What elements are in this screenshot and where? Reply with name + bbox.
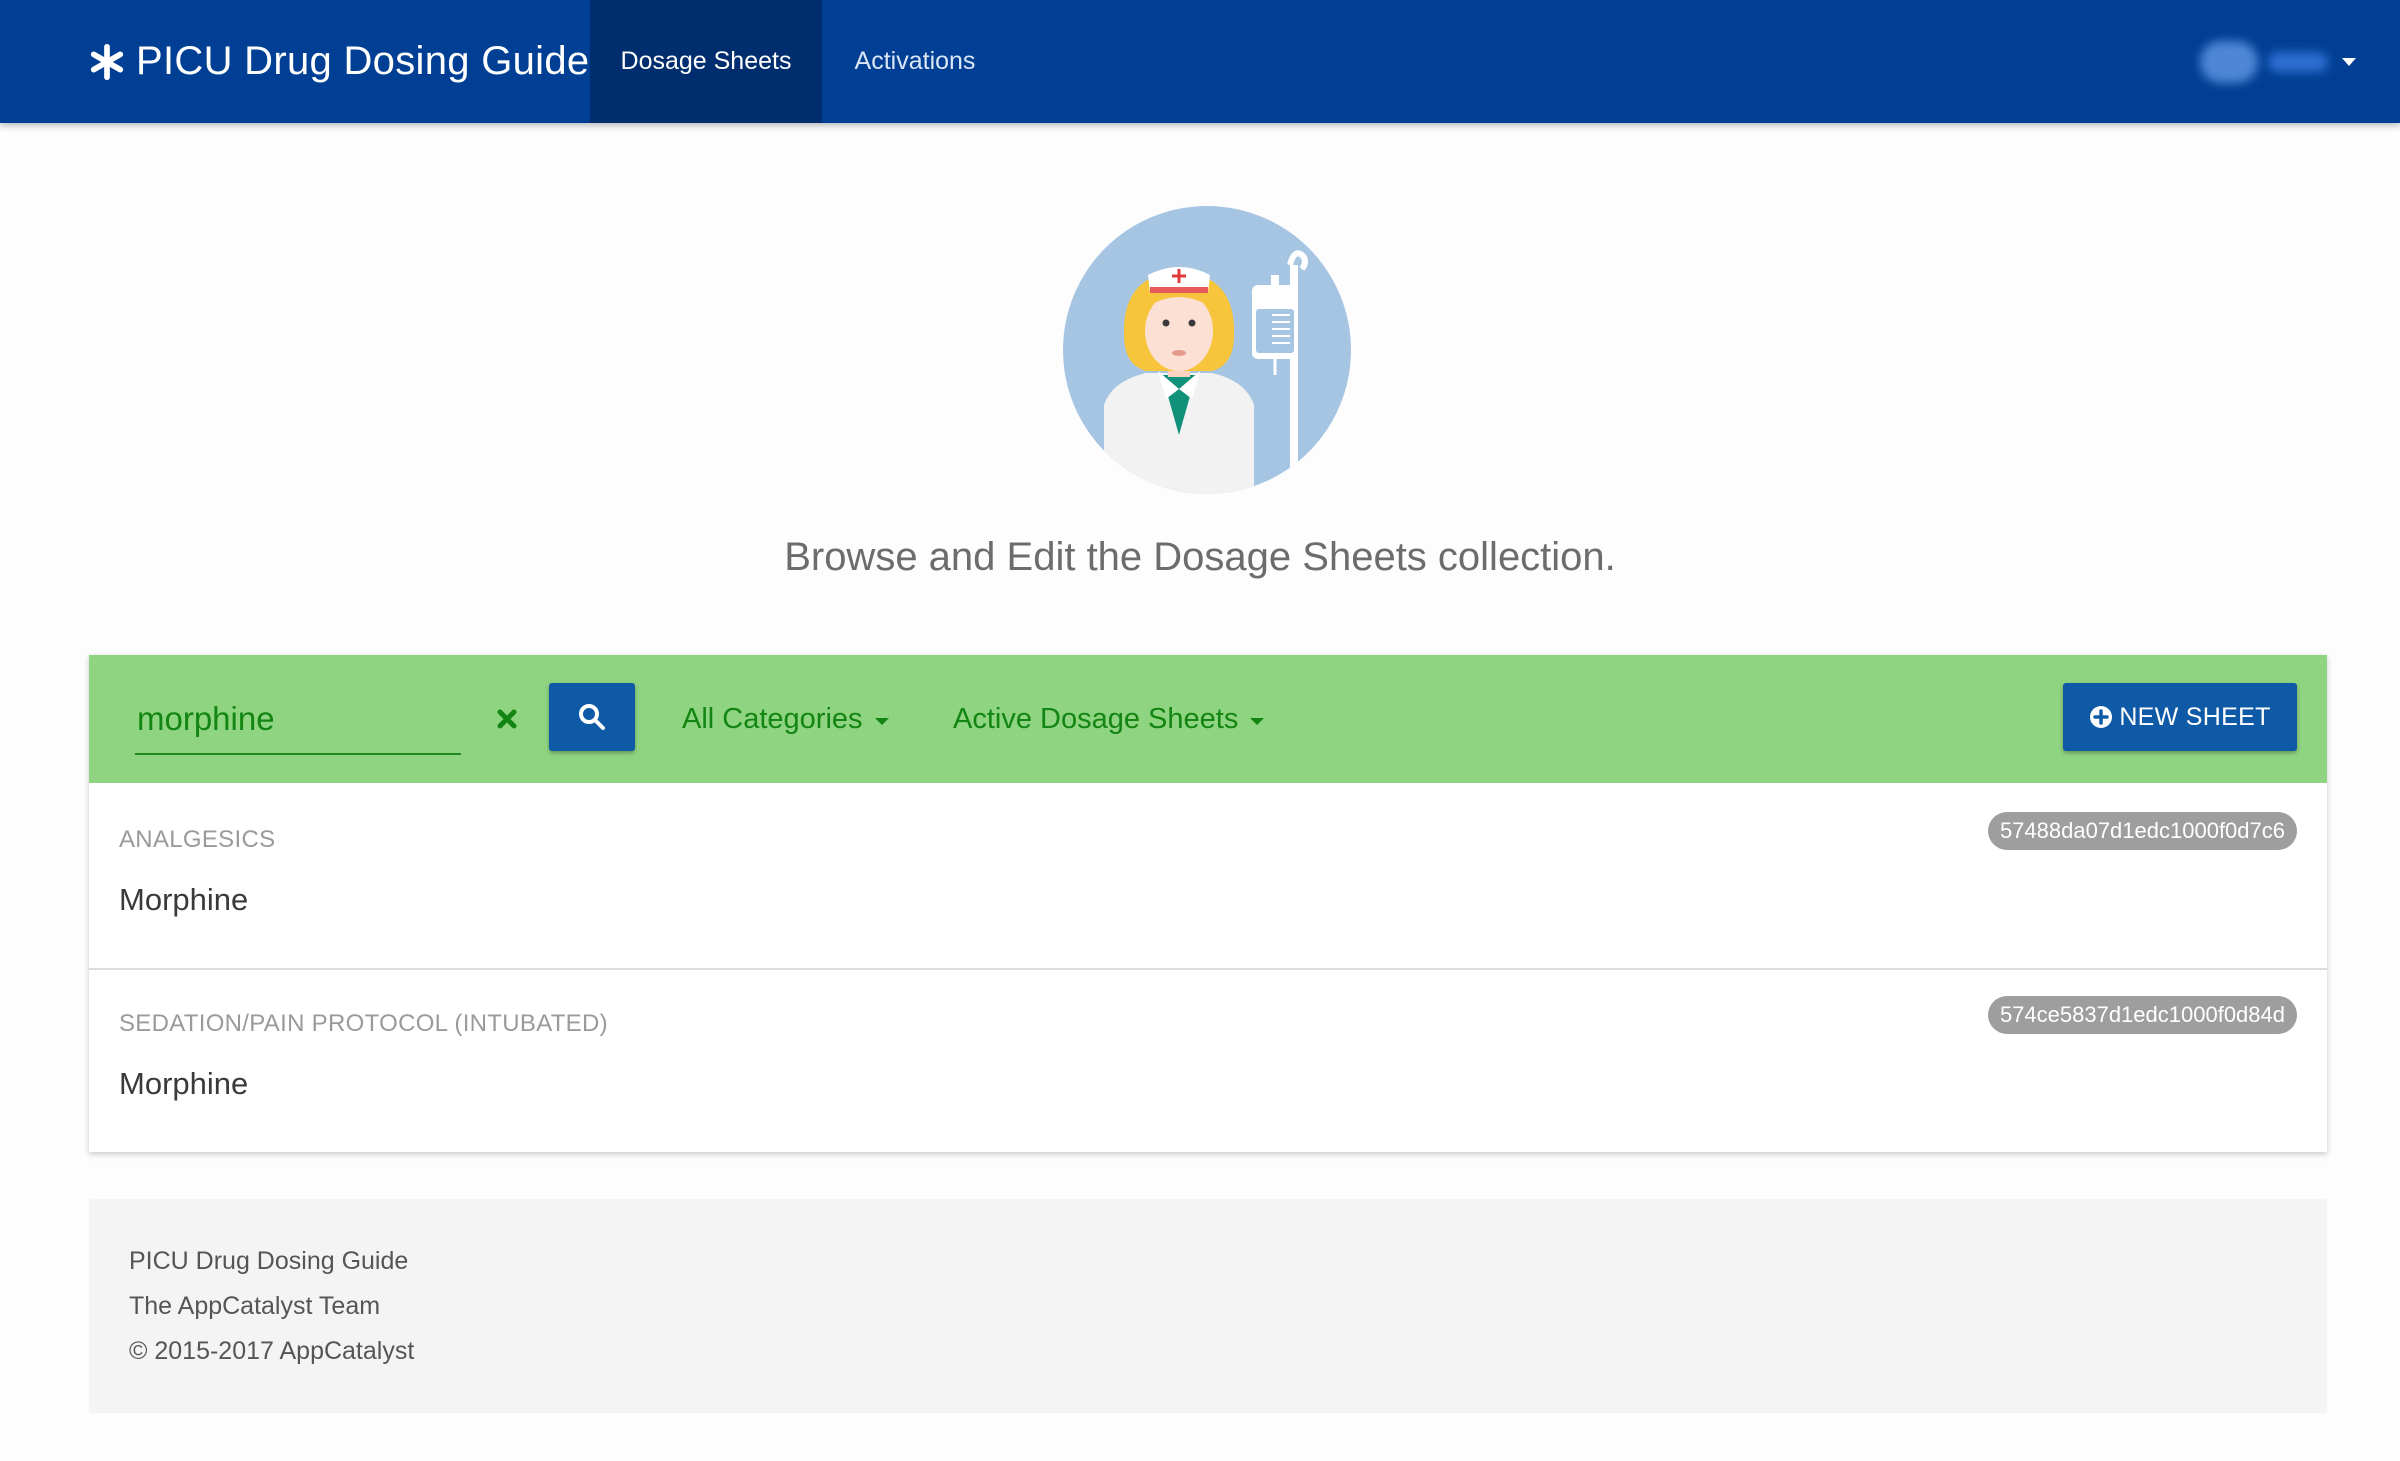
plus-circle-icon (2090, 706, 2113, 728)
search-icon (579, 704, 605, 730)
dosage-sheets-panel: All Categories Active Dosage Sheets NEW … (89, 655, 2327, 1152)
username (2268, 51, 2328, 72)
status-filter-label: Active Dosage Sheets (953, 702, 1239, 735)
tab-label: Activations (854, 47, 976, 75)
category-filter-label: All Categories (682, 702, 863, 735)
drug-name: Morphine (119, 1066, 249, 1101)
tab-label: Dosage Sheets (620, 47, 792, 75)
footer: PICU Drug Dosing Guide The AppCatalyst T… (89, 1199, 2327, 1413)
new-sheet-label: NEW SHEET (2119, 702, 2271, 731)
brand-link[interactable]: PICU Drug Dosing Guide (88, 0, 589, 123)
search-button[interactable] (549, 683, 635, 751)
tab-activations[interactable]: Activations (822, 0, 1008, 123)
search-toolbar: All Categories Active Dosage Sheets NEW … (89, 655, 2327, 783)
top-navbar: PICU Drug Dosing Guide Dosage Sheets Act… (0, 0, 2400, 123)
list-item[interactable]: SEDATION/PAIN PROTOCOL (INTUBATED) Morph… (89, 968, 2327, 1152)
nurse-illustration (1063, 206, 1351, 494)
footer-team: The AppCatalyst Team (129, 1292, 381, 1320)
sheet-id-badge: 574ce5837d1edc1000f0d84d (1987, 996, 2297, 1034)
footer-copyright: © 2015-2017 AppCatalyst (129, 1337, 415, 1365)
brand-title: PICU Drug Dosing Guide (136, 39, 590, 83)
sheet-id-badge: 57488da07d1edc1000f0d7c6 (1987, 812, 2297, 850)
hero-text: Browse and Edit the Dosage Sheets collec… (784, 535, 1616, 579)
search-input[interactable] (135, 699, 459, 739)
category-label: ANALGESICS (119, 826, 276, 853)
category-label: SEDATION/PAIN PROTOCOL (INTUBATED) (119, 1010, 608, 1037)
search-field[interactable] (135, 693, 461, 755)
status-filter-dropdown[interactable]: Active Dosage Sheets (953, 689, 1265, 749)
chevron-down-icon (2342, 57, 2356, 66)
user-menu[interactable] (2200, 0, 2356, 123)
footer-app-name: PICU Drug Dosing Guide (129, 1247, 409, 1275)
category-filter-dropdown[interactable]: All Categories (682, 689, 889, 749)
close-icon[interactable] (493, 705, 521, 733)
chevron-down-icon (1250, 717, 1265, 725)
new-sheet-button[interactable]: NEW SHEET (2063, 683, 2297, 751)
drug-name: Morphine (119, 882, 249, 917)
list-item[interactable]: ANALGESICS Morphine 57488da07d1edc1000f0… (89, 784, 2327, 970)
tab-dosage-sheets[interactable]: Dosage Sheets (590, 0, 822, 123)
asterisk-icon (90, 43, 124, 80)
avatar (2200, 40, 2258, 83)
chevron-down-icon (874, 717, 889, 725)
